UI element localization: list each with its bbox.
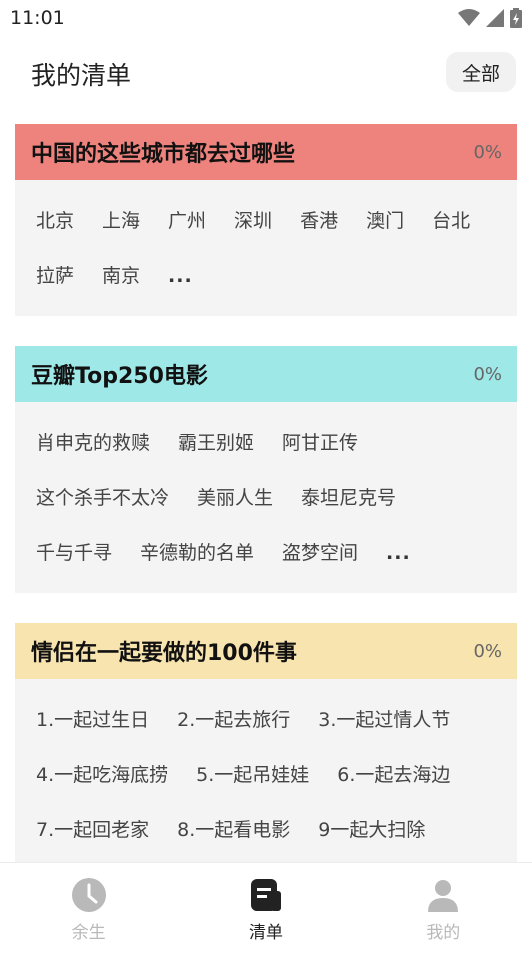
- checklist-card-header[interactable]: 情侣在一起要做的100件事 0%: [15, 623, 517, 679]
- checklist-item[interactable]: 8.一起看电影: [177, 803, 290, 858]
- checklist-item[interactable]: 台北: [432, 194, 470, 249]
- checklist-item[interactable]: 7.一起回老家: [36, 803, 149, 858]
- checklist-item[interactable]: 深圳: [234, 194, 272, 249]
- signal-icon: [486, 9, 504, 27]
- list-icon: [248, 877, 284, 913]
- checklist-item[interactable]: 辛德勒的名单: [140, 526, 254, 581]
- checklist-item[interactable]: 4.一起吃海底捞: [36, 748, 168, 803]
- checklist-item[interactable]: 香港: [300, 194, 338, 249]
- status-icons: [458, 8, 522, 28]
- checklist-item[interactable]: 这个杀手不太冷: [36, 471, 169, 526]
- tab-label: 余生: [71, 923, 106, 943]
- checklist-item[interactable]: 北京: [36, 194, 74, 249]
- checklist-item[interactable]: 2.一起去旅行: [177, 693, 290, 748]
- checklist-card-header[interactable]: 中国的这些城市都去过哪些 0%: [15, 124, 517, 180]
- checklist-title: 中国的这些城市都去过哪些: [31, 142, 296, 167]
- status-time: 11:01: [10, 7, 65, 29]
- clock-icon: [71, 877, 107, 913]
- checklist-item[interactable]: 广州: [168, 194, 206, 249]
- checklist-progress-percent: 0%: [473, 141, 502, 163]
- checklist-progress-percent: 0%: [473, 640, 502, 662]
- page-title: 我的清单: [31, 61, 132, 90]
- tab-label: 我的: [426, 923, 461, 943]
- person-icon: [425, 877, 461, 913]
- battery-icon: [510, 8, 522, 28]
- checklist-item[interactable]: 澳门: [366, 194, 404, 249]
- checklist-item[interactable]: 3.一起过情人节: [318, 693, 450, 748]
- checklist-item[interactable]: 霸王别姬: [178, 416, 254, 471]
- checklist-title: 豆瓣Top250电影: [31, 364, 208, 389]
- checklist-item[interactable]: 1.一起过生日: [36, 693, 149, 748]
- checklist-item[interactable]: 9一起大扫除: [318, 803, 425, 858]
- checklist-item[interactable]: 盗梦空间: [282, 526, 358, 581]
- checklist-item[interactable]: 泰坦尼克号: [301, 471, 396, 526]
- status-bar: 11:01: [0, 0, 532, 36]
- page-header: 我的清单 全部: [0, 46, 532, 102]
- checklist-progress-percent: 0%: [473, 363, 502, 385]
- more-items-ellipsis[interactable]: ...: [168, 249, 193, 304]
- wifi-icon: [458, 9, 480, 26]
- checklist-item[interactable]: 美丽人生: [197, 471, 273, 526]
- checklist-items: 北京 上海 广州 深圳 香港 澳门 台北拉萨 南京...: [15, 180, 517, 316]
- checklist-item[interactable]: 6.一起去海边: [337, 748, 450, 803]
- checklist-item[interactable]: 阿甘正传: [282, 416, 358, 471]
- tab-person[interactable]: 我的: [355, 863, 532, 947]
- checklist-item[interactable]: 南京: [102, 249, 140, 304]
- checklist-card[interactable]: 中国的这些城市都去过哪些 0% 北京 上海 广州 深圳 香港 澳门 台北拉萨 南京...: [15, 124, 517, 316]
- checklist-title: 情侣在一起要做的100件事: [31, 641, 297, 666]
- tab-clock[interactable]: 余生: [0, 863, 177, 947]
- checklist-item[interactable]: 肖申克的救赎: [36, 416, 150, 471]
- checklist-item[interactable]: 5.一起吊娃娃: [196, 748, 309, 803]
- bottom-tab-bar: 余生 清单 我的: [0, 862, 532, 947]
- checklist-container: 中国的这些城市都去过哪些 0% 北京 上海 广州 深圳 香港 澳门 台北 拉萨 南京... 豆瓣Top…: [15, 124, 517, 955]
- checklist-items: 肖申克的救赎 霸王别姬 阿甘正传这个杀手不太冷 美丽人生 泰坦尼克号千与千寻 辛德勒的名单…: [15, 402, 517, 593]
- filter-all-button[interactable]: 全部: [446, 52, 516, 92]
- tab-label: 清单: [248, 923, 283, 943]
- checklist-item[interactable]: 上海: [102, 194, 140, 249]
- tab-list[interactable]: 清单: [177, 863, 354, 947]
- checklist-card[interactable]: 豆瓣Top250电影 0% 肖申克的救赎 霸王别姬 阿甘正传这个杀手不太冷 美丽人生 泰坦尼…: [15, 346, 517, 593]
- checklist-card-header[interactable]: 豆瓣Top250电影 0%: [15, 346, 517, 402]
- checklist-item[interactable]: 拉萨: [36, 249, 74, 304]
- more-items-ellipsis[interactable]: ...: [386, 526, 411, 581]
- checklist-item[interactable]: 千与千寻: [36, 526, 112, 581]
